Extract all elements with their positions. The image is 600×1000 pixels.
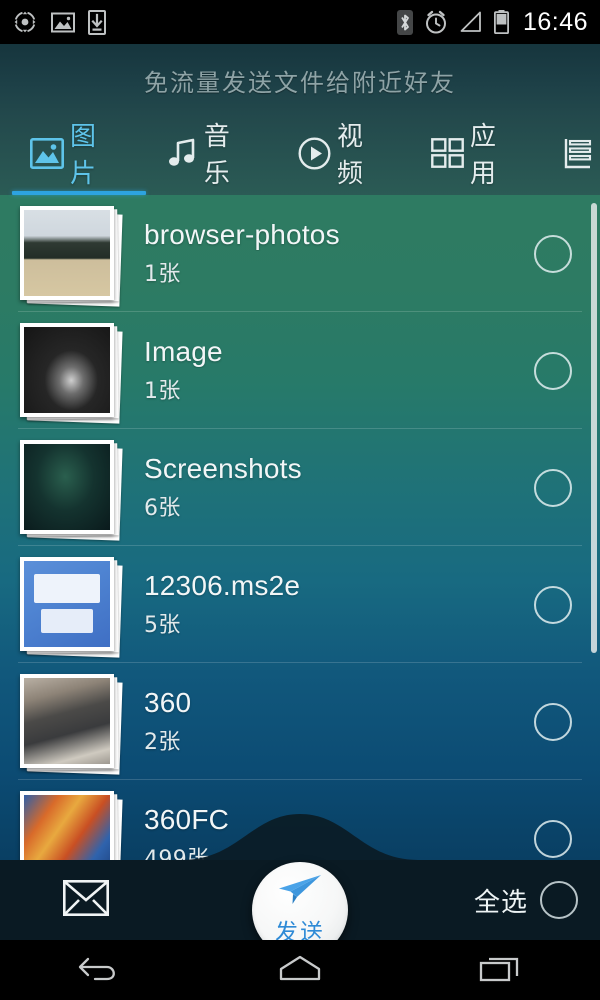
thumbnail-stack: [18, 555, 123, 658]
alarm-icon: [425, 10, 446, 33]
photo-icon: [30, 137, 64, 169]
signal-icon: [460, 11, 481, 32]
list-item-count: 5张: [144, 612, 181, 638]
tab-apps-label: 应用: [470, 122, 498, 189]
list-item-text: browser-photos 1张: [144, 219, 534, 287]
app-header: 免流量发送文件给附近好友: [0, 44, 600, 117]
download-icon: [88, 9, 106, 35]
thumbnail-front: [20, 673, 114, 768]
list-item-text: 360 2张: [144, 687, 534, 755]
tab-photos-label: 图片: [70, 122, 98, 189]
apps-grid-icon: [431, 138, 464, 168]
bluetooth-icon: [396, 9, 413, 35]
home-icon: [276, 952, 324, 989]
list-item-count: 2张: [144, 729, 181, 755]
android-nav-bar: [0, 940, 600, 1000]
thumbnail-front: [20, 205, 114, 300]
page-title: 免流量发送文件给附近好友: [144, 69, 456, 97]
tab-music[interactable]: 音乐: [166, 117, 250, 195]
active-tab-indicator: [12, 191, 146, 195]
thumbnail-stack: [18, 321, 123, 424]
list-item-title: browser-photos: [144, 219, 340, 251]
list-item-checkbox[interactable]: [534, 702, 572, 741]
thumbnail-front: [20, 556, 114, 651]
list-item[interactable]: 12306.ms2e 5张: [0, 546, 600, 663]
folder-list[interactable]: browser-photos 1张 Image 1张 Screenshots 6…: [0, 195, 600, 860]
dark-menu-screenshot: [24, 326, 110, 413]
list-item-text: Screenshots 6张: [144, 453, 534, 521]
nav-recents-button[interactable]: [400, 940, 600, 1000]
status-bar-clock: 16:46: [522, 7, 588, 36]
video-play-icon: [298, 136, 331, 170]
status-bar-left-icons: [0, 9, 106, 35]
select-all-checkbox[interactable]: [540, 881, 578, 919]
list-item-checkbox[interactable]: [534, 351, 572, 390]
list-scrollbar[interactable]: [591, 203, 597, 653]
file-list-icon: [562, 137, 594, 169]
status-bar: 16:46: [0, 0, 600, 44]
list-item[interactable]: 360 2张: [0, 663, 600, 780]
select-all-label: 全选: [473, 887, 528, 918]
list-item-checkbox[interactable]: [534, 468, 572, 507]
list-item[interactable]: Screenshots 6张: [0, 429, 600, 546]
tab-apps[interactable]: 应用: [431, 117, 516, 195]
gallery-icon: [51, 12, 75, 32]
app-promo-screenshot: [24, 443, 110, 530]
cluttered-desk-photo: [24, 677, 110, 764]
back-arrow-icon: [77, 952, 123, 989]
list-item-title: Screenshots: [144, 453, 302, 485]
tab-bar: 图片 音乐 视频 应用: [0, 117, 600, 195]
blue-ticket-icon: [24, 560, 110, 647]
list-item-count: 1张: [144, 378, 181, 404]
list-item-title: 12306.ms2e: [144, 570, 301, 602]
thumbnail-stack: [18, 672, 123, 775]
status-bar-right-icons: 16:46: [396, 7, 600, 36]
tab-music-label: 音乐: [203, 122, 231, 189]
music-note-icon: [166, 137, 198, 169]
battery-icon: [493, 10, 509, 34]
list-item[interactable]: browser-photos 1张: [0, 195, 600, 312]
nav-home-button[interactable]: [200, 940, 400, 1000]
list-item-count: 1张: [144, 261, 181, 287]
thumbnail-front: [20, 439, 114, 534]
tab-photos[interactable]: 图片: [12, 117, 146, 195]
nav-back-button[interactable]: [0, 940, 200, 1000]
thumbnail-front: [20, 322, 114, 417]
list-item-title: Image: [144, 336, 223, 368]
thumbnail-stack: [18, 204, 123, 307]
list-item-count: 6张: [144, 495, 181, 521]
list-item-title: 360: [144, 687, 192, 719]
list-item-checkbox[interactable]: [534, 234, 572, 273]
thumbnail-stack: [18, 438, 123, 541]
list-item-text: 12306.ms2e 5张: [144, 570, 534, 638]
target-icon: [12, 9, 38, 35]
list-item-checkbox[interactable]: [534, 585, 572, 624]
list-item-text: Image 1张: [144, 336, 534, 404]
envelope-icon[interactable]: [62, 879, 110, 921]
desk-laptop-photo: [24, 209, 110, 296]
paper-plane-icon: [277, 873, 323, 912]
list-item[interactable]: Image 1张: [0, 312, 600, 429]
app-root: 16:46 免流量发送文件给附近好友 图片 音乐 视频 应用 browser-p…: [0, 0, 600, 1000]
tab-video-label: 视频: [337, 122, 365, 189]
recents-icon: [478, 952, 522, 989]
tab-files[interactable]: [562, 117, 600, 195]
select-all-control[interactable]: 全选: [474, 881, 578, 919]
tab-video[interactable]: 视频: [298, 117, 383, 195]
